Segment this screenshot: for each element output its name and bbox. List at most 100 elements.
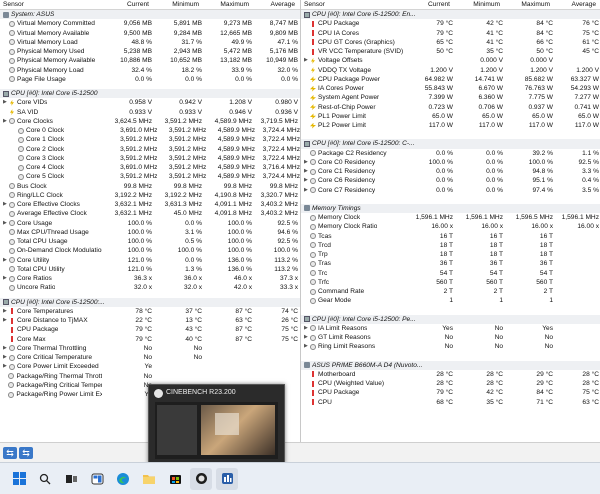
sensor-row[interactable]: System Agent Power 7.399 W 6.360 W 7.775 W 7… [301,93,600,102]
column-header[interactable]: Sensor Current Minimum Maximum Average [301,0,600,10]
sensor-row[interactable]: Bus Clock 99.8 MHz 99.8 MHz 99.8 MHz 99.8 MH… [0,182,300,191]
expand-arrow-icon[interactable]: ▶ [3,274,8,283]
sensor-row[interactable]: CPU GT Cores (Graphics) 65 °C 41 °C 66 °C 61… [301,38,600,47]
sensor-group-header[interactable]: System: ASUS [0,10,300,20]
sensor-row[interactable]: CPU Package Power 64.982 W 14.741 W 85.682 … [301,75,600,84]
header-minimum[interactable]: Minimum [450,0,500,9]
sensor-row[interactable]: CPU (Weighted Value) 28 °C 28 °C 29 °C 28 °C [301,379,600,388]
expand-arrow-icon[interactable]: ▶ [3,362,8,371]
expand-arrow-icon[interactable]: ▶ [3,256,8,265]
sensor-group-header[interactable]: CPU [#0]: Intel Core i5-12500:... [0,297,300,307]
expand-arrow-icon[interactable]: ▶ [3,200,8,209]
sensor-row[interactable]: CPU Package 79 °C 42 °C 84 °C 75 °C [301,388,600,397]
sensor-row[interactable]: Core 1 Clock 3,591.2 MHz 3,591.2 MHz 4,589.… [0,135,300,144]
sensor-row[interactable]: ▶ Core Usage 100.0 % 0.0 % 100.0 % 92.5 % [0,219,300,228]
search-icon[interactable] [34,468,56,490]
expand-arrow-icon[interactable]: ▶ [3,219,8,228]
windows-start-icon[interactable] [8,468,30,490]
cinebench-icon[interactable] [190,467,212,490]
sensor-row[interactable]: Page File Usage 0.0 % 0.0 % 0.0 % 0.0 % [0,75,300,84]
sensor-row[interactable]: PL2 Power Limit 117.0 W 117.0 W 117.0 W 117.… [301,121,600,130]
sensor-row[interactable]: Package/Ring Thermal Throttling No [0,372,300,381]
header-maximum[interactable]: Maximum [500,0,550,9]
sensor-row[interactable]: ▶ Core Clocks 3,624.5 MHz 3,591.2 MHz 4,589.… [0,117,300,126]
nav-arrows-icon[interactable]: ⇆ [3,447,17,459]
sensor-row[interactable]: Virtual Memory Load 48.8 % 31.7 % 49.9 % 47.… [0,38,300,47]
sensor-row[interactable]: Trfc 560 T 560 T 560 T [301,278,600,287]
expand-arrow-icon[interactable]: ▶ [304,167,309,176]
sensor-row[interactable]: Tcas 16 T 16 T 16 T [301,232,600,241]
sensor-row[interactable]: Memory Clock 1,596.1 MHz 1,596.1 MHz 1,596.… [301,213,600,222]
sensor-row[interactable]: Average Effective Clock 3,632.1 MHz 45.0 M… [0,209,300,218]
expand-arrow-icon[interactable]: ▶ [304,176,309,185]
sensor-row[interactable]: ▶ Core Power Limit Exceeded Ye [0,362,300,371]
sensor-row[interactable]: Total CPU Utility 121.0 % 1.3 % 136.0 % 113.… [0,265,300,274]
sensor-row[interactable]: IA Cores Power 55.843 W 6.670 W 76.763 W 54.… [301,84,600,93]
expand-arrow-icon[interactable]: ▶ [304,342,309,351]
sensor-group-header[interactable]: CPU [#0]: Intel Core i5-12500: Pe... [301,314,600,324]
sensor-row[interactable]: VDDQ TX Voltage 1.200 V 1.200 V 1.200 V 1.20… [301,66,600,75]
expand-arrow-icon[interactable]: ▶ [3,344,8,353]
expand-arrow-icon[interactable]: ▶ [3,307,8,316]
sensor-row[interactable]: Tras 36 T 36 T 36 T [301,259,600,268]
sensor-row[interactable]: SA VID 0.933 V 0.933 V 0.946 V 0.936 V [0,108,300,117]
column-header[interactable]: Sensor Current Minimum Maximum Average [0,0,300,10]
sensor-row[interactable]: ▶ Core C0 Residency 100.0 % 0.0 % 100.0 % 92.… [301,158,600,167]
sensor-pane-right[interactable]: Sensor Current Minimum Maximum Average C… [300,0,600,442]
hwinfo-icon[interactable] [216,467,238,490]
sensor-row[interactable]: ▶ Core VIDs 0.958 V 0.942 V 1.208 V 0.980 V [0,98,300,107]
header-maximum[interactable]: Maximum [199,0,249,9]
header-sensor[interactable]: Sensor [301,0,400,9]
sensor-row[interactable]: Trc 54 T 54 T 54 T [301,269,600,278]
header-average[interactable]: Average [249,0,295,9]
sensor-row[interactable]: Max CPU/Thread Usage 100.0 % 3.1 % 100.0 % 9… [0,228,300,237]
sensor-row[interactable]: Core 2 Clock 3,591.2 MHz 3,591.2 MHz 4,589.… [0,145,300,154]
sensor-row[interactable]: ▶ Core Distance to TjMAX 22 °C 13 °C 63 °C 26… [0,316,300,325]
sensor-group-header[interactable]: CPU [#0]: Intel Core i5-12500: En... [301,10,600,20]
sensor-row[interactable]: On-Demand Clock Modulation 100.0 % 100.0 %… [0,246,300,255]
expand-arrow-icon[interactable]: ▶ [3,98,8,107]
header-current[interactable]: Current [400,0,450,9]
sensor-row[interactable]: ▶ GT Limit Reasons No No No [301,333,600,342]
sensor-row[interactable]: ▶ Ring Limit Reasons No No No [301,342,600,351]
sensor-row[interactable]: CPU Package 79 °C 42 °C 84 °C 76 °C [301,19,600,28]
expand-arrow-icon[interactable]: ▶ [304,56,309,65]
sensor-row[interactable]: Command Rate 2 T 2 T 2 T [301,287,600,296]
sensor-row[interactable]: Trcd 18 T 18 T 18 T [301,241,600,250]
sensor-row[interactable]: Virtual Memory Available 9,500 MB 9,284 MB… [0,29,300,38]
sensor-row[interactable]: CPU IA Cores 79 °C 41 °C 84 °C 75 °C [301,29,600,38]
sensor-row[interactable]: Rest-of-Chip Power 0.723 W 0.706 W 0.937 W 0… [301,103,600,112]
file-explorer-icon[interactable] [138,468,160,490]
sensor-row[interactable]: Core Max 79 °C 40 °C 87 °C 75 °C [0,335,300,344]
expand-arrow-icon[interactable]: ▶ [3,316,8,325]
sensor-row[interactable]: Physical Memory Available 10,886 MB 10,652… [0,56,300,65]
sensor-row[interactable]: Core 3 Clock 3,591.2 MHz 3,591.2 MHz 4,589.… [0,154,300,163]
sensor-row[interactable]: VR VCC Temperature (SVID) 50 °C 35 °C 50 °C… [301,47,600,56]
header-current[interactable]: Current [99,0,149,9]
sensor-row[interactable]: PL1 Power Limit 65.0 W 65.0 W 65.0 W 65.0 W [301,112,600,121]
sensor-row[interactable]: Ring/LLC Clock 3,192.2 MHz 3,192.2 MHz 4,19… [0,191,300,200]
sensor-row[interactable]: Core 0 Clock 3,691.0 MHz 3,591.2 MHz 4,589.… [0,126,300,135]
cinebench-window-thumbnail[interactable] [155,402,278,459]
sensor-row[interactable]: Trp 18 T 18 T 18 T [301,250,600,259]
sensor-row[interactable]: ▶ IA Limit Reasons Yes No Yes [301,324,600,333]
sensor-pane-left[interactable]: Sensor Current Minimum Maximum Average S… [0,0,300,442]
sensor-row[interactable]: Physical Memory Load 32.4 % 18.2 % 33.9 % 32… [0,66,300,75]
sensor-row[interactable]: Motherboard 28 °C 28 °C 29 °C 28 °C [301,370,600,379]
sensor-row[interactable]: ▶ Core Effective Clocks 3,632.1 MHz 3,631.3… [0,200,300,209]
sensor-row[interactable]: Total CPU Usage 100.0 % 0.5 % 100.0 % 92.5 % [0,237,300,246]
sensor-row[interactable]: Physical Memory Used 5,238 MB 2,943 MB 5,47… [0,47,300,56]
expand-arrow-icon[interactable]: ▶ [304,158,309,167]
expand-arrow-icon[interactable]: ▶ [304,324,309,333]
header-average[interactable]: Average [550,0,596,9]
edge-browser-icon[interactable] [112,468,134,490]
sensor-row[interactable]: Core 5 Clock 3,591.2 MHz 3,591.2 MHz 4,589.… [0,172,300,181]
widgets-icon[interactable] [86,468,108,490]
store-icon[interactable] [164,468,186,490]
expand-arrow-icon[interactable]: ▶ [304,333,309,342]
sensor-row[interactable]: Memory Clock Ratio 16.00 x 16.00 x 16.00 x 1… [301,222,600,231]
sensor-row[interactable]: CPU 68 °C 35 °C 71 °C 63 °C [301,398,600,407]
sensor-row[interactable]: ▶ Core C7 Residency 0.0 % 0.0 % 97.4 % 3.5 % [301,186,600,195]
expand-arrow-icon[interactable]: ▶ [3,353,8,362]
sensor-row[interactable]: Uncore Ratio 32.0 x 32.0 x 42.0 x 33.3 x [0,283,300,292]
